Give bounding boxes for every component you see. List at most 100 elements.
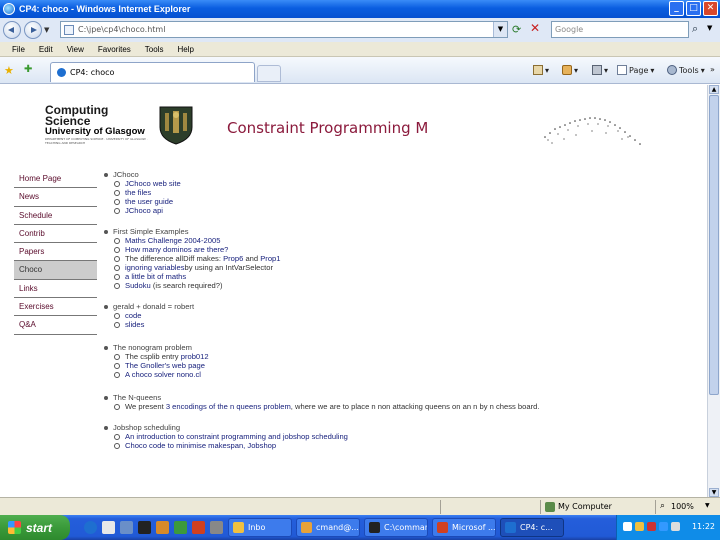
quicklaunch-mail-icon[interactable] <box>156 521 169 534</box>
content-link[interactable]: A choco solver nono.cl <box>125 370 201 379</box>
feeds-button[interactable]: ▾ <box>562 65 578 75</box>
tab-cp4-choco[interactable]: CP4: choco <box>50 62 255 82</box>
zoom-dropdown-icon[interactable]: ▼ <box>705 502 710 509</box>
tools-menu-button[interactable]: Tools ▾ <box>667 65 705 75</box>
sidenav-item-home-page[interactable]: Home Page <box>14 170 97 189</box>
content-link[interactable]: JChoco web site <box>125 179 181 188</box>
zoom-level[interactable]: 100% <box>671 502 694 511</box>
sidenav-item-choco[interactable]: Choco <box>14 261 97 280</box>
content-link[interactable]: Sudoku <box>125 281 151 290</box>
content-link[interactable]: ignoring variables <box>125 263 185 272</box>
sidenav-item-papers[interactable]: Papers <box>14 243 97 262</box>
content-link[interactable]: Prop6 <box>223 254 243 263</box>
tray-update-icon[interactable] <box>659 522 668 531</box>
content-link[interactable]: JChoco api <box>125 206 163 215</box>
forward-button[interactable] <box>24 21 42 39</box>
menu-tools[interactable]: Tools <box>145 45 164 54</box>
address-dropdown-icon[interactable]: ▼ <box>493 22 507 37</box>
content-link[interactable]: How many dominos are there? <box>125 245 228 254</box>
content-link[interactable]: the user guide <box>125 197 173 206</box>
menu-edit[interactable]: Edit <box>39 45 53 54</box>
sidenav-item-links[interactable]: Links <box>14 280 97 299</box>
search-icon[interactable]: ⌕ <box>692 22 698 36</box>
taskbar-app-icon <box>233 522 244 533</box>
tools-gear-icon <box>667 65 677 75</box>
menu-help[interactable]: Help <box>177 45 193 54</box>
refresh-icon[interactable]: ⟳ <box>512 23 521 36</box>
address-bar[interactable]: C:\jpe\cp4\choco.html ▼ <box>60 21 508 38</box>
scroll-up-arrow-icon[interactable]: ▲ <box>709 85 719 94</box>
quicklaunch-desktop-icon[interactable] <box>120 521 133 534</box>
close-button[interactable]: ✕ <box>703 1 718 16</box>
content-link[interactable]: 3 encodings of the n queens problem <box>166 402 291 411</box>
page-content: Computing Science University of Glasgow … <box>0 85 707 497</box>
menu-favorites[interactable]: Favorites <box>98 45 131 54</box>
menu-file[interactable]: File <box>12 45 25 54</box>
taskbar-app-icon <box>437 522 448 533</box>
back-button[interactable] <box>3 21 21 39</box>
taskbar-button-label: CP4: c... <box>520 523 553 532</box>
minimize-button[interactable]: _ <box>669 1 684 16</box>
address-url[interactable]: C:\jpe\cp4\choco.html <box>78 25 165 34</box>
quicklaunch-explorer-icon[interactable] <box>102 521 115 534</box>
quicklaunch-app-icon[interactable] <box>174 521 187 534</box>
sidenav-item-q-a[interactable]: Q&A <box>14 316 97 335</box>
new-tab-button[interactable] <box>257 65 281 82</box>
zoom-magnifier-icon[interactable]: ⌕ <box>660 501 665 511</box>
page-menu-button[interactable]: Page ▾ <box>617 65 654 75</box>
menu-bar: File Edit View Favorites Tools Help <box>0 42 720 57</box>
sidenav-item-exercises[interactable]: Exercises <box>14 298 97 317</box>
home-button[interactable]: ▾ <box>533 65 549 75</box>
more-chevron-icon[interactable]: » <box>710 65 715 74</box>
tray-volume-icon[interactable] <box>671 522 680 531</box>
list-item: The csplib entry prob012 <box>104 352 704 361</box>
content-link[interactable]: The Gnoller's web page <box>125 361 205 370</box>
content-link[interactable]: the files <box>125 188 151 197</box>
university-crest-icon <box>159 106 193 145</box>
favorites-star-icon[interactable]: ★ <box>4 64 14 77</box>
quicklaunch-cmd-icon[interactable] <box>138 521 151 534</box>
content-link[interactable]: code <box>125 311 141 320</box>
taskbar-button[interactable]: C:\comman... <box>364 518 428 537</box>
add-favorites-icon[interactable]: ✚ <box>24 64 32 75</box>
taskbar-button-label: Inbo <box>248 523 266 532</box>
tab-label: CP4: choco <box>70 68 115 77</box>
content-link[interactable]: Choco code to minimise makespan, Jobshop <box>125 441 276 450</box>
tray-antivirus-icon[interactable] <box>647 522 656 531</box>
content-link[interactable]: a little bit of maths <box>125 272 186 281</box>
taskbar-button[interactable]: Microsof ... <box>432 518 496 537</box>
taskbar-button[interactable]: cmand@... <box>296 518 360 537</box>
print-button[interactable]: ▾ <box>592 65 608 75</box>
history-dropdown-icon[interactable]: ▼ <box>44 26 49 34</box>
search-input[interactable]: Google <box>551 21 689 38</box>
search-dropdown-icon[interactable]: ▼ <box>707 24 712 32</box>
scroll-down-arrow-icon[interactable]: ▼ <box>709 488 719 497</box>
menu-view[interactable]: View <box>67 45 84 54</box>
taskbar-clock[interactable]: 11:22 <box>692 522 715 531</box>
scroll-thumb[interactable] <box>709 95 719 395</box>
tab-bar: ★ ✚ CP4: choco ▾ ▾ ▾ Page ▾ Tools ▾ » <box>0 57 720 84</box>
content-link[interactable]: An introduction to constraint programmin… <box>125 432 348 441</box>
taskbar-button[interactable]: CP4: c... <box>500 518 564 537</box>
list-item: JChoco web site <box>104 179 704 188</box>
tray-security-icon[interactable] <box>635 522 644 531</box>
sidenav-item-contrib[interactable]: Contrib <box>14 225 97 244</box>
quicklaunch-office-icon[interactable] <box>192 521 205 534</box>
home-icon <box>533 65 543 75</box>
stop-icon[interactable]: ✕ <box>530 21 540 35</box>
tray-network-icon[interactable] <box>623 522 632 531</box>
content-link[interactable]: prob012 <box>181 352 209 361</box>
maximize-button[interactable]: □ <box>686 1 701 16</box>
vertical-scrollbar[interactable]: ▲ ▼ <box>707 85 720 497</box>
content-link[interactable]: Prop1 <box>260 254 280 263</box>
sidenav-item-news[interactable]: News <box>14 188 97 207</box>
quicklaunch-more-icon[interactable] <box>210 521 223 534</box>
content-link[interactable]: slides <box>125 320 144 329</box>
taskbar: start 11:22 Inbo cmand@... C:\comman... Mic… <box>0 515 720 540</box>
sidenav-item-schedule[interactable]: Schedule <box>14 207 97 225</box>
start-button[interactable]: start <box>0 515 70 540</box>
content-link[interactable]: Maths Challenge 2004-2005 <box>125 236 220 245</box>
taskbar-button[interactable]: Inbo <box>228 518 292 537</box>
quicklaunch-ie-icon[interactable] <box>84 521 97 534</box>
section-title: The N-queens <box>104 393 704 402</box>
